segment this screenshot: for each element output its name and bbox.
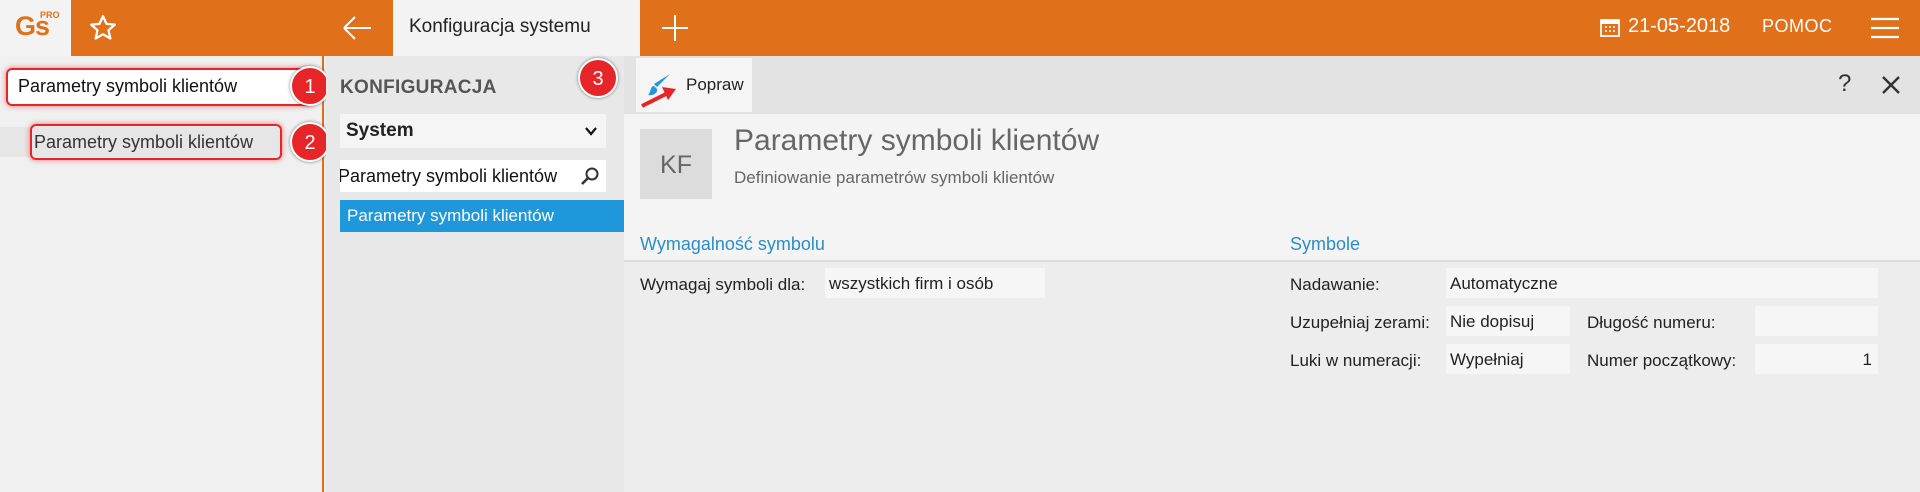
search-sidebar: Parametry symboli klientów Parametry sym… (0, 56, 330, 492)
current-date[interactable]: 21-05-2018 (1628, 15, 1730, 38)
page-subtitle: Definiowanie parametrów symboli klientów (734, 168, 1055, 187)
require-symbols-value: wszystkich firm i osób (829, 274, 994, 293)
require-symbols-label: Wymagaj symboli dla: (640, 275, 806, 294)
gaps-field[interactable]: Wypełniaj (1446, 344, 1570, 374)
zeros-value: Nie dopisuj (1450, 312, 1535, 331)
module-badge-text: KF (660, 151, 692, 179)
section-title-symbols: Symbole (1290, 234, 1361, 254)
page-title: Parametry symboli klientów (734, 124, 1100, 157)
help-icon[interactable]: ? (1838, 70, 1851, 98)
number-length-field[interactable] (1755, 306, 1878, 336)
callout-badge-1: 1 (290, 66, 330, 106)
add-tab-icon[interactable] (660, 13, 690, 43)
main-panel: Popraw ? KF Parametry symboli klientów D… (624, 56, 1920, 492)
zeros-field[interactable]: Nie dopisuj (1446, 306, 1570, 336)
search-icon[interactable] (580, 166, 600, 186)
assign-value: Automatyczne (1450, 274, 1558, 293)
star-icon[interactable] (88, 13, 118, 43)
callout-highlight-2 (30, 124, 282, 160)
config-list-item-selected[interactable]: Parametry symboli klientów (340, 200, 624, 232)
start-number-field[interactable]: 1 (1755, 344, 1878, 374)
edit-button-label: Popraw (686, 75, 744, 94)
gaps-label: Luki w numeracji: (1290, 351, 1422, 370)
section-title-requirement: Wymagalność symbolu (640, 234, 825, 254)
start-number-value: 1 (1862, 350, 1872, 369)
tab-label: Konfiguracja systemu (409, 16, 591, 37)
config-select-value: System (346, 120, 414, 141)
config-search-input[interactable]: Parametry symboli klientów (340, 160, 606, 192)
tab-konfiguracja-systemu[interactable]: Konfiguracja systemu (393, 0, 640, 56)
assign-field[interactable]: Automatyczne (1446, 268, 1878, 298)
close-icon[interactable] (1880, 74, 1902, 96)
callout-highlight-1 (6, 68, 314, 106)
config-item-label: Parametry symboli klientów (347, 206, 554, 225)
start-number-label: Numer początkowy: (1587, 351, 1737, 370)
hamburger-menu-icon[interactable] (1871, 17, 1899, 39)
config-title: KONFIGURACJA (340, 77, 497, 98)
callout-badge-3: 3 (578, 58, 618, 98)
zeros-label: Uzupełniaj zerami: (1290, 313, 1430, 332)
app-logo[interactable]: Gs PRO (0, 0, 71, 56)
back-arrow-icon[interactable] (340, 12, 374, 44)
callout-badge-2: 2 (290, 122, 330, 162)
module-badge: KF (640, 129, 712, 199)
number-length-label: Długość numeru: (1587, 313, 1716, 332)
chevron-down-icon (585, 127, 597, 136)
logo-badge: PRO (40, 10, 60, 20)
config-search-value: Parametry symboli klientów (340, 166, 558, 186)
toolbar: Popraw ? (624, 56, 1920, 114)
config-category-select[interactable]: System (340, 114, 606, 148)
gaps-value: Wypełniaj (1450, 350, 1524, 369)
help-link[interactable]: POMOC (1762, 16, 1833, 37)
config-panel: KONFIGURACJA System Parametry symboli kl… (326, 56, 624, 492)
require-symbols-field[interactable]: wszystkich firm i osób (825, 268, 1045, 298)
assign-label: Nadawanie: (1290, 275, 1380, 294)
callout-arrow-icon (641, 87, 676, 108)
top-bar: Gs PRO Konfiguracja systemu 21-05-2018 P… (0, 0, 1920, 56)
calendar-icon[interactable] (1600, 17, 1620, 37)
